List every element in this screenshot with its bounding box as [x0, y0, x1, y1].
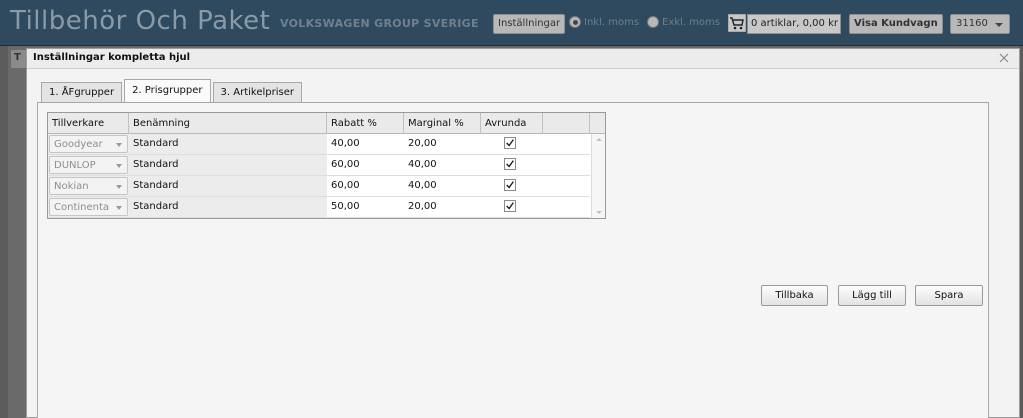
- tab-panel-prisgrupper: Tillverkare Benämning Rabatt % Marginal …: [37, 102, 989, 418]
- name-cell: Standard: [129, 197, 327, 217]
- background-tab: T: [11, 50, 27, 68]
- manufacturer-select[interactable]: DUNLOP: [49, 156, 128, 174]
- name-cell: Standard: [129, 134, 327, 154]
- app-title: Tillbehör Och Paket: [10, 6, 271, 36]
- round-cell: [481, 197, 543, 217]
- chevron-down-icon: [995, 23, 1003, 27]
- checkbox-checked-icon[interactable]: [504, 200, 516, 212]
- round-cell: [481, 155, 543, 175]
- close-icon[interactable]: [999, 53, 1009, 63]
- margin-cell[interactable]: 40,00: [404, 176, 481, 196]
- account-select-value: 31160: [956, 18, 988, 29]
- discount-cell[interactable]: 60,00: [327, 176, 404, 196]
- tab-prisgrupper[interactable]: 2. Prisgrupper: [124, 79, 211, 103]
- add-button[interactable]: Lägg till: [838, 285, 906, 306]
- column-header-manufacturer[interactable]: Tillverkare: [48, 113, 129, 134]
- manufacturer-select[interactable]: Nokian: [49, 177, 128, 195]
- checkbox-checked-icon[interactable]: [504, 179, 516, 191]
- name-cell: Standard: [129, 155, 327, 175]
- dialog-titlebar: Inställningar kompletta hjul: [27, 49, 1019, 69]
- margin-cell[interactable]: 20,00: [404, 134, 481, 154]
- vat-excl-label: Exkl. moms: [662, 16, 720, 28]
- manufacturer-cell: DUNLOP: [48, 155, 129, 175]
- manufacturer-select[interactable]: Continenta: [49, 198, 128, 216]
- name-cell: Standard: [129, 176, 327, 196]
- vat-incl-label: Inkl. moms: [584, 16, 640, 28]
- round-cell: [481, 176, 543, 196]
- tab-artikelpriser[interactable]: 3. Artikelpriser: [212, 82, 302, 103]
- vat-incl-radio[interactable]: Inkl. moms: [569, 16, 639, 28]
- shopping-cart-icon[interactable]: [728, 14, 746, 32]
- checkbox-checked-icon[interactable]: [504, 137, 516, 149]
- manufacturer-select[interactable]: Goodyear: [49, 135, 128, 153]
- column-header-discount[interactable]: Rabatt %: [327, 113, 404, 134]
- discount-cell[interactable]: 60,00: [327, 155, 404, 175]
- column-header-margin[interactable]: Marginal %: [404, 113, 481, 134]
- manufacturer-value: Goodyear: [54, 139, 103, 150]
- manufacturer-cell: Goodyear: [48, 134, 129, 154]
- back-button[interactable]: Tillbaka: [761, 285, 828, 306]
- manufacturer-value: Nokian: [54, 181, 89, 192]
- settings-button[interactable]: Inställningar: [493, 14, 566, 34]
- manufacturer-cell: Nokian: [48, 176, 129, 196]
- scroll-up-icon[interactable]: [596, 138, 602, 141]
- tab-afgrupper[interactable]: 1. ÅFgrupper: [41, 82, 123, 103]
- manufacturer-value: Continenta: [54, 202, 110, 213]
- column-header-name[interactable]: Benämning: [129, 113, 327, 134]
- manufacturer-value: DUNLOP: [54, 160, 96, 171]
- table-row[interactable]: Goodyear Standard 40,00 20,00: [48, 134, 590, 155]
- column-header-empty: [543, 113, 590, 134]
- view-cart-button[interactable]: Visa Kundvagn: [849, 14, 943, 34]
- price-group-grid: Tillverkare Benämning Rabatt % Marginal …: [47, 112, 606, 219]
- radio-selected-icon: [569, 16, 581, 28]
- grid-header: Tillverkare Benämning Rabatt % Marginal …: [48, 113, 605, 134]
- manufacturer-cell: Continenta: [48, 197, 129, 217]
- cart-summary[interactable]: 0 artiklar, 0,00 kr: [747, 14, 841, 34]
- margin-cell[interactable]: 20,00: [404, 197, 481, 217]
- save-button[interactable]: Spara: [915, 285, 983, 306]
- app-header: Tillbehör Och Paket VOLKSWAGEN GROUP SVE…: [0, 0, 1023, 46]
- settings-dialog: Inställningar kompletta hjul 1. ÅFgruppe…: [26, 48, 1020, 418]
- column-header-round[interactable]: Avrunda: [481, 113, 543, 134]
- checkbox-checked-icon[interactable]: [504, 158, 516, 170]
- grid-scrollbar[interactable]: [591, 134, 605, 218]
- table-row[interactable]: Continenta Standard 50,00 20,00: [48, 197, 590, 218]
- chevron-down-icon: [116, 164, 122, 168]
- scroll-down-icon[interactable]: [596, 211, 602, 214]
- vat-excl-radio[interactable]: Exkl. moms: [647, 16, 720, 28]
- dialog-title: Inställningar kompletta hjul: [33, 52, 191, 63]
- account-select[interactable]: 31160: [950, 14, 1010, 34]
- chevron-down-icon: [116, 206, 122, 210]
- tab-bar: 1. ÅFgrupper 2. Prisgrupper 3. Artikelpr…: [41, 79, 304, 103]
- discount-cell[interactable]: 40,00: [327, 134, 404, 154]
- discount-cell[interactable]: 50,00: [327, 197, 404, 217]
- chevron-down-icon: [116, 143, 122, 147]
- table-row[interactable]: DUNLOP Standard 60,00 40,00: [48, 155, 590, 176]
- radio-unselected-icon: [647, 16, 659, 28]
- margin-cell[interactable]: 40,00: [404, 155, 481, 175]
- round-cell: [481, 134, 543, 154]
- table-row[interactable]: Nokian Standard 60,00 40,00: [48, 176, 590, 197]
- brand-name: VOLKSWAGEN GROUP SVERIGE: [280, 17, 479, 30]
- chevron-down-icon: [116, 185, 122, 189]
